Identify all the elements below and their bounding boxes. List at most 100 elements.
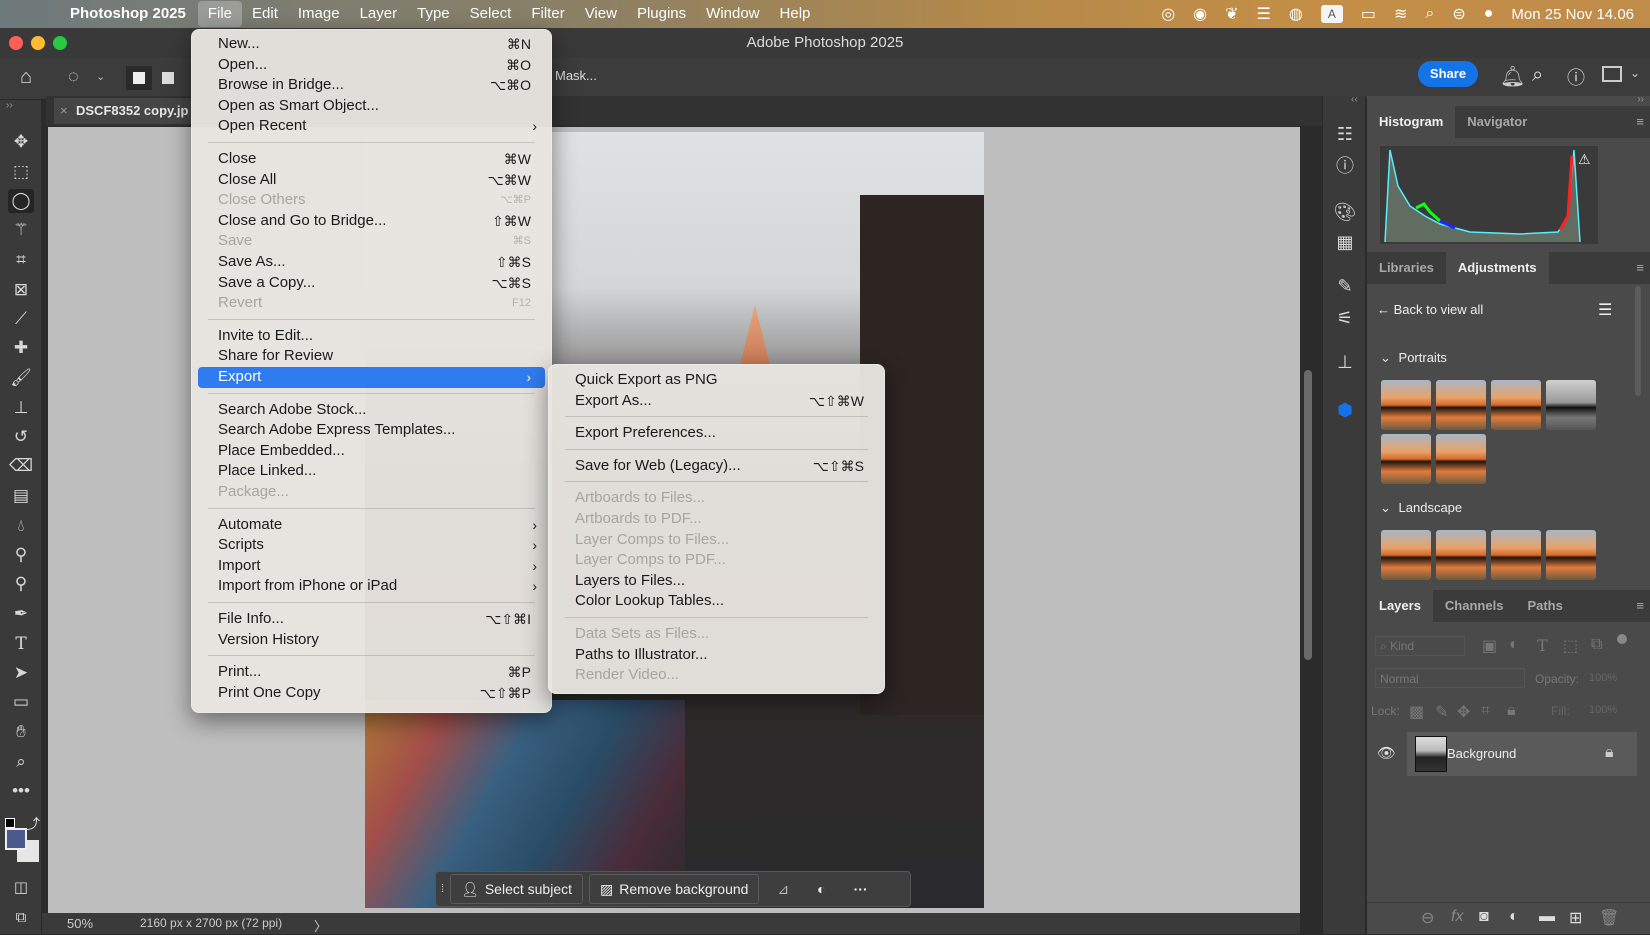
- plugin-panel-icon[interactable]: ⬢: [1333, 398, 1357, 422]
- lock-transparent-icon[interactable]: ▩: [1409, 702, 1424, 722]
- filter-pixel-icon[interactable]: ▣: [1482, 636, 1497, 656]
- menu-item-paths-to-illustrator[interactable]: Paths to Illustrator...: [549, 645, 884, 665]
- menu-edit[interactable]: Edit: [242, 1, 288, 27]
- tab-channels[interactable]: Channels: [1433, 590, 1516, 622]
- mask-icon[interactable]: ◐: [817, 881, 825, 897]
- back-to-view-all-link[interactable]: ← Back to view all: [1377, 302, 1483, 317]
- menu-item-share-for-review[interactable]: Share for Review: [192, 346, 551, 366]
- app-menu[interactable]: Photoshop 2025: [60, 1, 198, 27]
- expand-panels-icon[interactable]: ››: [1637, 94, 1644, 105]
- healing-brush-tool-icon[interactable]: ✚: [8, 336, 34, 360]
- menu-select[interactable]: Select: [460, 1, 522, 27]
- menu-item-close-and-go-to-bridge[interactable]: Close and Go to Bridge... ⇧⌘W: [192, 211, 551, 231]
- warning-icon[interactable]: ⚠: [1578, 151, 1591, 167]
- menu-item-file-info[interactable]: File Info... ⌥⇧⌘I: [192, 609, 551, 629]
- menu-item-save-as[interactable]: Save As... ⇧⌘S: [192, 252, 551, 272]
- dodge-tool-icon[interactable]: ⚲: [8, 572, 34, 596]
- add-selection-icon[interactable]: [162, 72, 174, 84]
- preset-thumbnail[interactable]: [1436, 434, 1486, 484]
- new-group-icon[interactable]: ▬: [1539, 908, 1555, 926]
- menu-item-import-from-iphone-or-ipad[interactable]: Import from iPhone or iPad ›: [192, 576, 551, 596]
- menu-type[interactable]: Type: [407, 1, 460, 27]
- new-selection-mode-button[interactable]: [126, 66, 152, 90]
- adjustments-scrollbar[interactable]: [1635, 286, 1641, 396]
- new-layer-icon[interactable]: ⊞: [1569, 908, 1582, 928]
- input-source-icon[interactable]: A: [1320, 5, 1343, 23]
- remove-background-button[interactable]: ▨ Remove background: [589, 874, 760, 904]
- preset-thumbnail[interactable]: [1381, 380, 1431, 430]
- menu-item-search-adobe-stock[interactable]: Search Adobe Stock...: [192, 400, 551, 420]
- layer-filter-input[interactable]: ⌕ Kind: [1375, 636, 1465, 656]
- move-tool-icon[interactable]: ✥: [8, 130, 34, 154]
- brush-tool-icon[interactable]: 🖌︎: [8, 366, 34, 390]
- menu-item-quick-export-as-png[interactable]: Quick Export as PNG: [549, 370, 884, 390]
- home-icon[interactable]: ⌂: [20, 66, 32, 89]
- more-tools-icon[interactable]: •••: [8, 779, 34, 803]
- default-colors-icon[interactable]: [5, 818, 15, 828]
- color-panel-icon[interactable]: 🎨︎: [1333, 200, 1357, 224]
- menu-item-invite-to-edit[interactable]: Invite to Edit...: [192, 326, 551, 346]
- dock-icon[interactable]: ☰: [1257, 4, 1271, 24]
- more-options-icon[interactable]: ···: [854, 881, 868, 897]
- lock-artboard-icon[interactable]: ⌗: [1481, 702, 1490, 720]
- menu-plugins[interactable]: Plugins: [627, 1, 696, 27]
- delete-layer-icon[interactable]: 🗑︎: [1599, 908, 1619, 928]
- section-landscape[interactable]: ⌄ Landscape: [1380, 500, 1462, 516]
- zoom-window-button[interactable]: [53, 36, 67, 50]
- panel-menu-icon[interactable]: ≡: [1636, 114, 1644, 129]
- lock-position-icon[interactable]: ✥: [1457, 702, 1470, 722]
- menu-item-export-as[interactable]: Export As... ⌥⇧⌘W: [549, 391, 884, 411]
- layer-name[interactable]: Background: [1447, 746, 1516, 761]
- canvas-vertical-scrollbar[interactable]: [1304, 370, 1312, 660]
- marquee-tool-icon[interactable]: ⬚: [8, 160, 34, 184]
- drag-handle-icon[interactable]: ⁞: [441, 884, 444, 895]
- preset-thumbnail[interactable]: [1491, 530, 1541, 580]
- creative-cloud-icon[interactable]: ◎: [1161, 4, 1175, 24]
- menu-help[interactable]: Help: [770, 1, 821, 27]
- properties-panel-icon[interactable]: ☷: [1333, 122, 1357, 146]
- preset-thumbnail[interactable]: [1546, 380, 1596, 430]
- lasso-tool-icon[interactable]: ◯: [8, 189, 34, 213]
- menu-item-close-all[interactable]: Close All ⌥⌘W: [192, 170, 551, 190]
- chevron-down-icon[interactable]: ⌄: [96, 70, 105, 83]
- menu-item-save-a-copy[interactable]: Save a Copy... ⌥⌘S: [192, 273, 551, 293]
- preset-thumbnail[interactable]: [1381, 434, 1431, 484]
- quick-mask-icon[interactable]: ◫: [8, 876, 34, 900]
- preset-thumbnail[interactable]: [1436, 380, 1486, 430]
- document-tab[interactable]: × DSCF8352 copy.jp: [54, 98, 194, 124]
- swatches-panel-icon[interactable]: ▦: [1333, 230, 1357, 254]
- peacock-icon[interactable]: ❦: [1225, 4, 1238, 24]
- collapse-panels-icon[interactable]: ‹‹: [1351, 94, 1358, 105]
- opacity-value[interactable]: 100%: [1589, 672, 1617, 684]
- siri-icon[interactable]: ●: [1484, 5, 1494, 23]
- pin-bar-icon[interactable]: ⊿: [777, 881, 789, 898]
- control-center-icon[interactable]: ⊜: [1452, 4, 1465, 24]
- help-icon[interactable]: ⓘ: [1567, 64, 1585, 90]
- panel-menu-icon[interactable]: ≡: [1636, 598, 1644, 613]
- panel-menu-icon[interactable]: ≡: [1636, 260, 1644, 275]
- info-panel-icon[interactable]: ⓘ: [1333, 154, 1357, 178]
- eyedropper-tool-icon[interactable]: ⟋: [8, 307, 34, 331]
- preset-thumbnail[interactable]: [1546, 530, 1596, 580]
- tab-layers[interactable]: Layers: [1367, 590, 1433, 622]
- list-view-icon[interactable]: ☰: [1598, 300, 1612, 320]
- spotlight-icon[interactable]: ⌕: [1425, 5, 1434, 23]
- type-tool-icon[interactable]: T: [8, 632, 34, 656]
- clone-source-icon[interactable]: ⊥: [1333, 350, 1357, 374]
- menu-item-scripts[interactable]: Scripts ›: [192, 535, 551, 555]
- visibility-eye-icon[interactable]: 👁︎: [1377, 744, 1396, 762]
- battery-icon[interactable]: ▭: [1361, 4, 1376, 24]
- lock-all-icon[interactable]: 🔒︎: [1507, 702, 1516, 720]
- select-and-mask-button[interactable]: Mask...: [555, 68, 597, 83]
- workspace-chevron-icon[interactable]: ⌄: [1630, 66, 1640, 80]
- menu-item-new[interactable]: New... ⌘N: [192, 34, 551, 54]
- close-tab-icon[interactable]: ×: [60, 98, 68, 124]
- frame-tool-icon[interactable]: ⊠: [8, 278, 34, 302]
- zoom-tool-icon[interactable]: ⌕: [8, 750, 34, 774]
- layer-row[interactable]: Background 🔒︎: [1407, 732, 1637, 776]
- eraser-tool-icon[interactable]: ⌫: [8, 454, 34, 478]
- tab-libraries[interactable]: Libraries: [1367, 252, 1446, 284]
- preset-thumbnail[interactable]: [1381, 530, 1431, 580]
- blur-tool-icon[interactable]: 💧︎: [8, 514, 34, 538]
- magic-wand-tool-icon[interactable]: ⚚: [8, 218, 34, 242]
